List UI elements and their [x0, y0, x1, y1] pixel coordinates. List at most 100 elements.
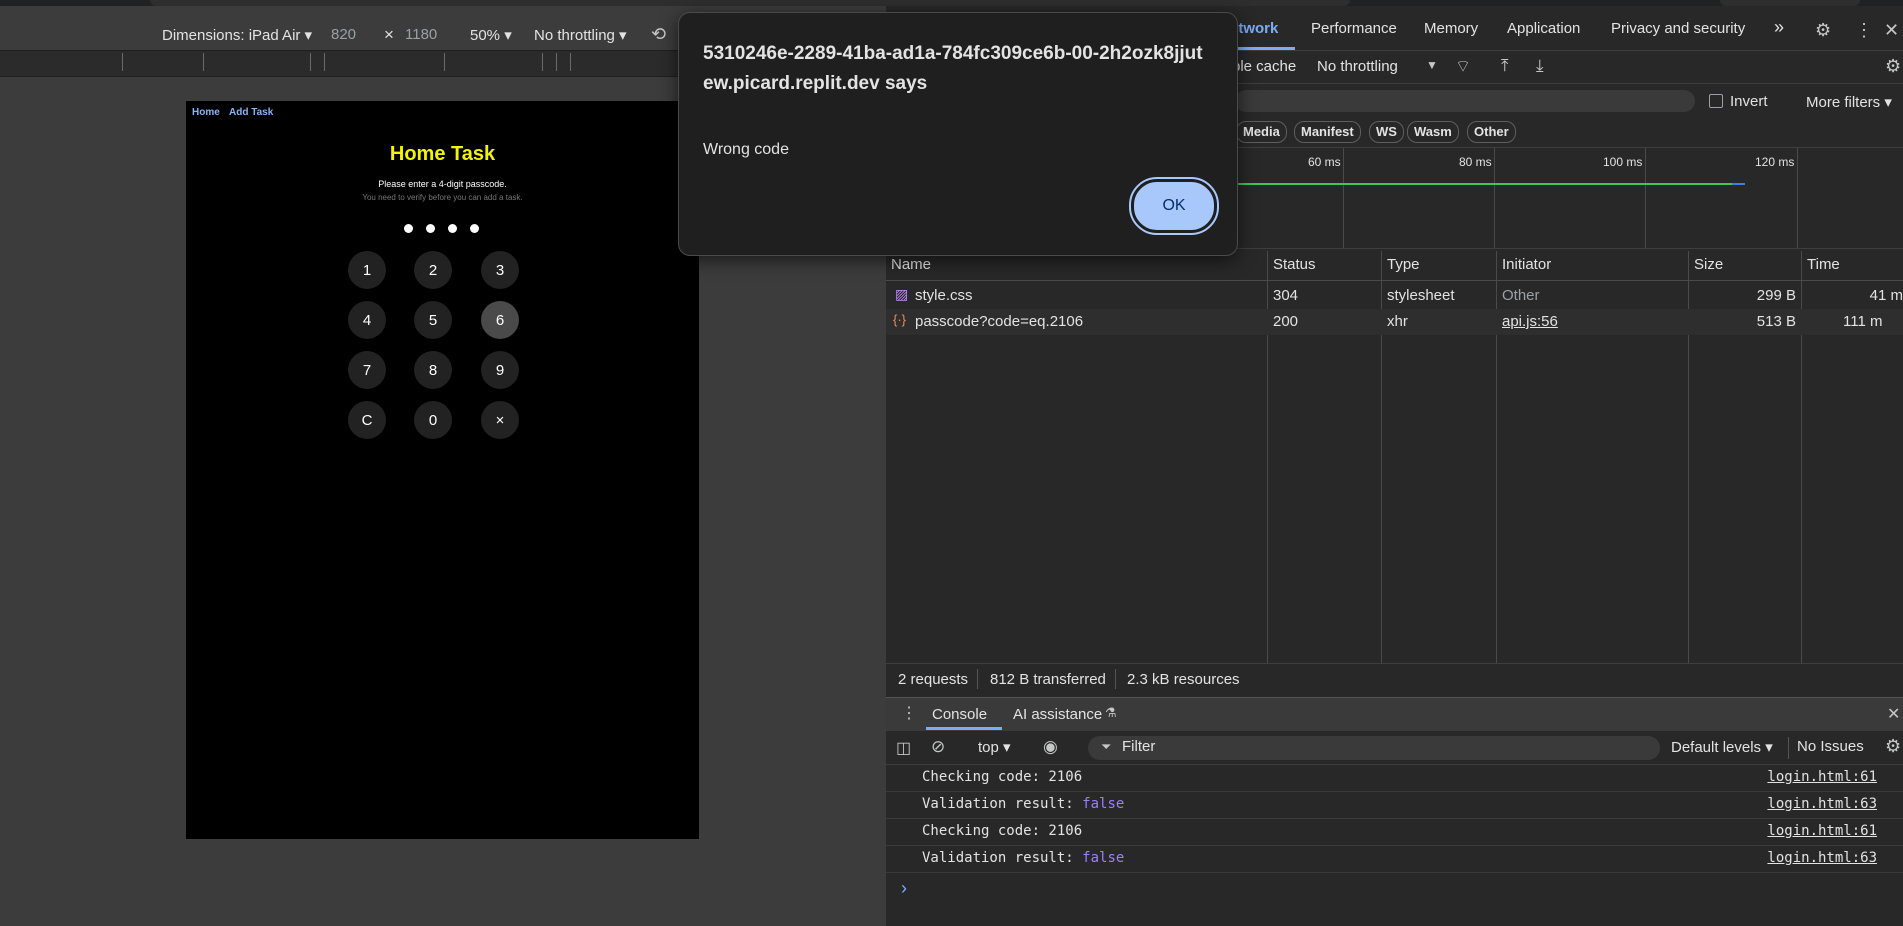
keypad-key-8[interactable]: 8	[414, 351, 452, 389]
device-width-input[interactable]: 820	[331, 26, 356, 43]
tab-performance[interactable]: Performance	[1311, 20, 1397, 37]
close-icon[interactable]: ✕	[1884, 20, 1899, 41]
more-filters-dropdown[interactable]: More filters ▾	[1806, 93, 1892, 111]
passcode-hint: You need to verify before you can add a …	[362, 193, 523, 202]
console-filter-input[interactable]	[1088, 736, 1660, 760]
request-status: 200	[1273, 313, 1299, 330]
active-drawer-tab-indicator	[926, 727, 1002, 730]
upload-icon[interactable]: ⤒	[1501, 56, 1509, 76]
stylesheet-icon: ▨	[895, 286, 909, 302]
summary-resources: 2.3 kB resources	[1127, 671, 1240, 688]
ruler-tick	[310, 53, 311, 71]
drawer-close-icon[interactable]: ✕	[1887, 704, 1900, 724]
disable-cache-label[interactable]: ble cache	[1232, 58, 1296, 75]
console-source-link[interactable]: login.html:61	[1767, 823, 1877, 839]
tab-console[interactable]: Console	[932, 706, 987, 723]
chevron-down-icon[interactable]: ▼	[1426, 58, 1438, 72]
keypad-key-5[interactable]: 5	[414, 301, 452, 339]
throttling-select[interactable]: No throttling ▾	[534, 26, 627, 44]
passcode-dot	[426, 224, 435, 233]
keypad-delete-key[interactable]: ×	[481, 401, 519, 439]
drawer-menu-icon[interactable]: ⋮	[901, 703, 917, 723]
summary-transferred: 812 B transferred	[990, 671, 1106, 688]
network-conditions-icon[interactable]: ⌔	[1455, 56, 1471, 77]
filter-chip-wasm[interactable]: Wasm	[1407, 121, 1459, 143]
table-row[interactable]: {·} passcode?code=eq.2106 200 xhr api.js…	[886, 309, 1903, 335]
request-name: style.css	[915, 287, 973, 304]
network-settings-icon[interactable]: ⚙	[1885, 56, 1901, 77]
timeline-gridline	[1797, 148, 1798, 248]
invert-checkbox[interactable]	[1709, 94, 1723, 108]
zoom-select[interactable]: 50% ▾	[470, 26, 512, 44]
ok-button[interactable]: OK	[1129, 177, 1219, 235]
issues-button[interactable]: No Issues	[1797, 738, 1864, 755]
console-source-link[interactable]: login.html:63	[1767, 850, 1877, 866]
request-time: 111 m	[1843, 313, 1883, 330]
keypad-clear-key[interactable]: C	[348, 401, 386, 439]
tab-privacy-security[interactable]: Privacy and security	[1611, 20, 1745, 37]
table-row[interactable]: ▨ style.css 304 stylesheet Other 299 B 4…	[886, 283, 1903, 309]
column-header-initiator[interactable]: Initiator	[1502, 256, 1551, 273]
column-header-time[interactable]: Time	[1807, 256, 1840, 273]
column-header-name[interactable]: Name	[891, 256, 931, 273]
keypad-key-9[interactable]: 9	[481, 351, 519, 389]
column-header-status[interactable]: Status	[1273, 256, 1316, 273]
keypad-key-0[interactable]: 0	[414, 401, 452, 439]
request-type: xhr	[1387, 313, 1408, 330]
ruler-tick	[324, 53, 325, 71]
toolbar-divider	[1788, 737, 1789, 759]
timeline-label: 120 ms	[1755, 155, 1795, 169]
keypad-key-3[interactable]: 3	[481, 251, 519, 289]
tab-memory[interactable]: Memory	[1424, 20, 1478, 37]
request-initiator-link[interactable]: api.js:56	[1502, 313, 1558, 330]
device-dimensions-select[interactable]: Dimensions: iPad Air ▾	[162, 26, 312, 44]
log-levels-select[interactable]: Default levels ▾	[1671, 738, 1773, 756]
console-source-link[interactable]: login.html:63	[1767, 796, 1877, 812]
alert-message: Wrong code	[703, 141, 789, 158]
sidebar-toggle-icon[interactable]: ◫	[896, 738, 911, 758]
download-icon[interactable]: ⤓	[1536, 56, 1544, 76]
page-title: Home Task	[389, 143, 496, 165]
console-filter-placeholder: Filter	[1122, 738, 1156, 755]
device-height-input[interactable]: 1180	[405, 26, 437, 43]
request-size: 299 B	[1756, 287, 1796, 304]
filter-chip-manifest[interactable]: Manifest	[1294, 121, 1361, 143]
kebab-menu-icon[interactable]: ⋮	[1855, 20, 1873, 41]
timeline-waterfall-bar	[1237, 183, 1732, 185]
passcode-prompt: Please enter a 4-digit passcode.	[378, 179, 507, 189]
gear-icon[interactable]: ⚙	[1815, 20, 1831, 41]
emulated-page: Home Add Task Home Task Please enter a 4…	[186, 101, 699, 839]
console-settings-icon[interactable]: ⚙	[1885, 736, 1901, 757]
context-select[interactable]: top ▾	[978, 738, 1011, 756]
keypad-key-6[interactable]: 6	[481, 301, 519, 339]
dimension-times: ×	[384, 25, 394, 44]
tab-application[interactable]: Application	[1507, 20, 1580, 37]
keypad-key-2[interactable]: 2	[414, 251, 452, 289]
console-prompt[interactable]: ›	[901, 878, 907, 899]
rotate-icon[interactable]: ⟲	[651, 24, 666, 45]
more-tabs-icon[interactable]: »	[1774, 17, 1784, 38]
keypad-key-7[interactable]: 7	[348, 351, 386, 389]
filter-chip-ws[interactable]: WS	[1369, 121, 1404, 143]
summary-divider	[977, 669, 978, 689]
column-header-type[interactable]: Type	[1387, 256, 1420, 273]
network-filter-input[interactable]	[1235, 90, 1695, 112]
filter-chip-other[interactable]: Other	[1467, 121, 1516, 143]
console-message: Checking code: 2106 login.html:61	[886, 819, 1903, 846]
clear-console-icon[interactable]: ⊘	[931, 737, 945, 757]
keypad-key-1[interactable]: 1	[348, 251, 386, 289]
ruler-tick	[444, 53, 445, 71]
nav-home-link[interactable]: Home	[192, 107, 220, 118]
invert-label: Invert	[1730, 93, 1768, 110]
column-header-size[interactable]: Size	[1694, 256, 1723, 273]
flask-icon: ⚗	[1105, 705, 1117, 720]
eye-icon[interactable]: ◉	[1043, 737, 1058, 757]
nav-add-task-link[interactable]: Add Task	[229, 107, 273, 118]
filter-chip-media[interactable]: Media	[1236, 121, 1287, 143]
passcode-dot	[470, 224, 479, 233]
keypad-key-4[interactable]: 4	[348, 301, 386, 339]
tab-ai-assistance[interactable]: AI assistance	[1013, 706, 1102, 723]
console-source-link[interactable]: login.html:61	[1767, 769, 1877, 785]
timeline-gridline	[1645, 148, 1646, 248]
network-throttling-select[interactable]: No throttling	[1317, 58, 1398, 75]
